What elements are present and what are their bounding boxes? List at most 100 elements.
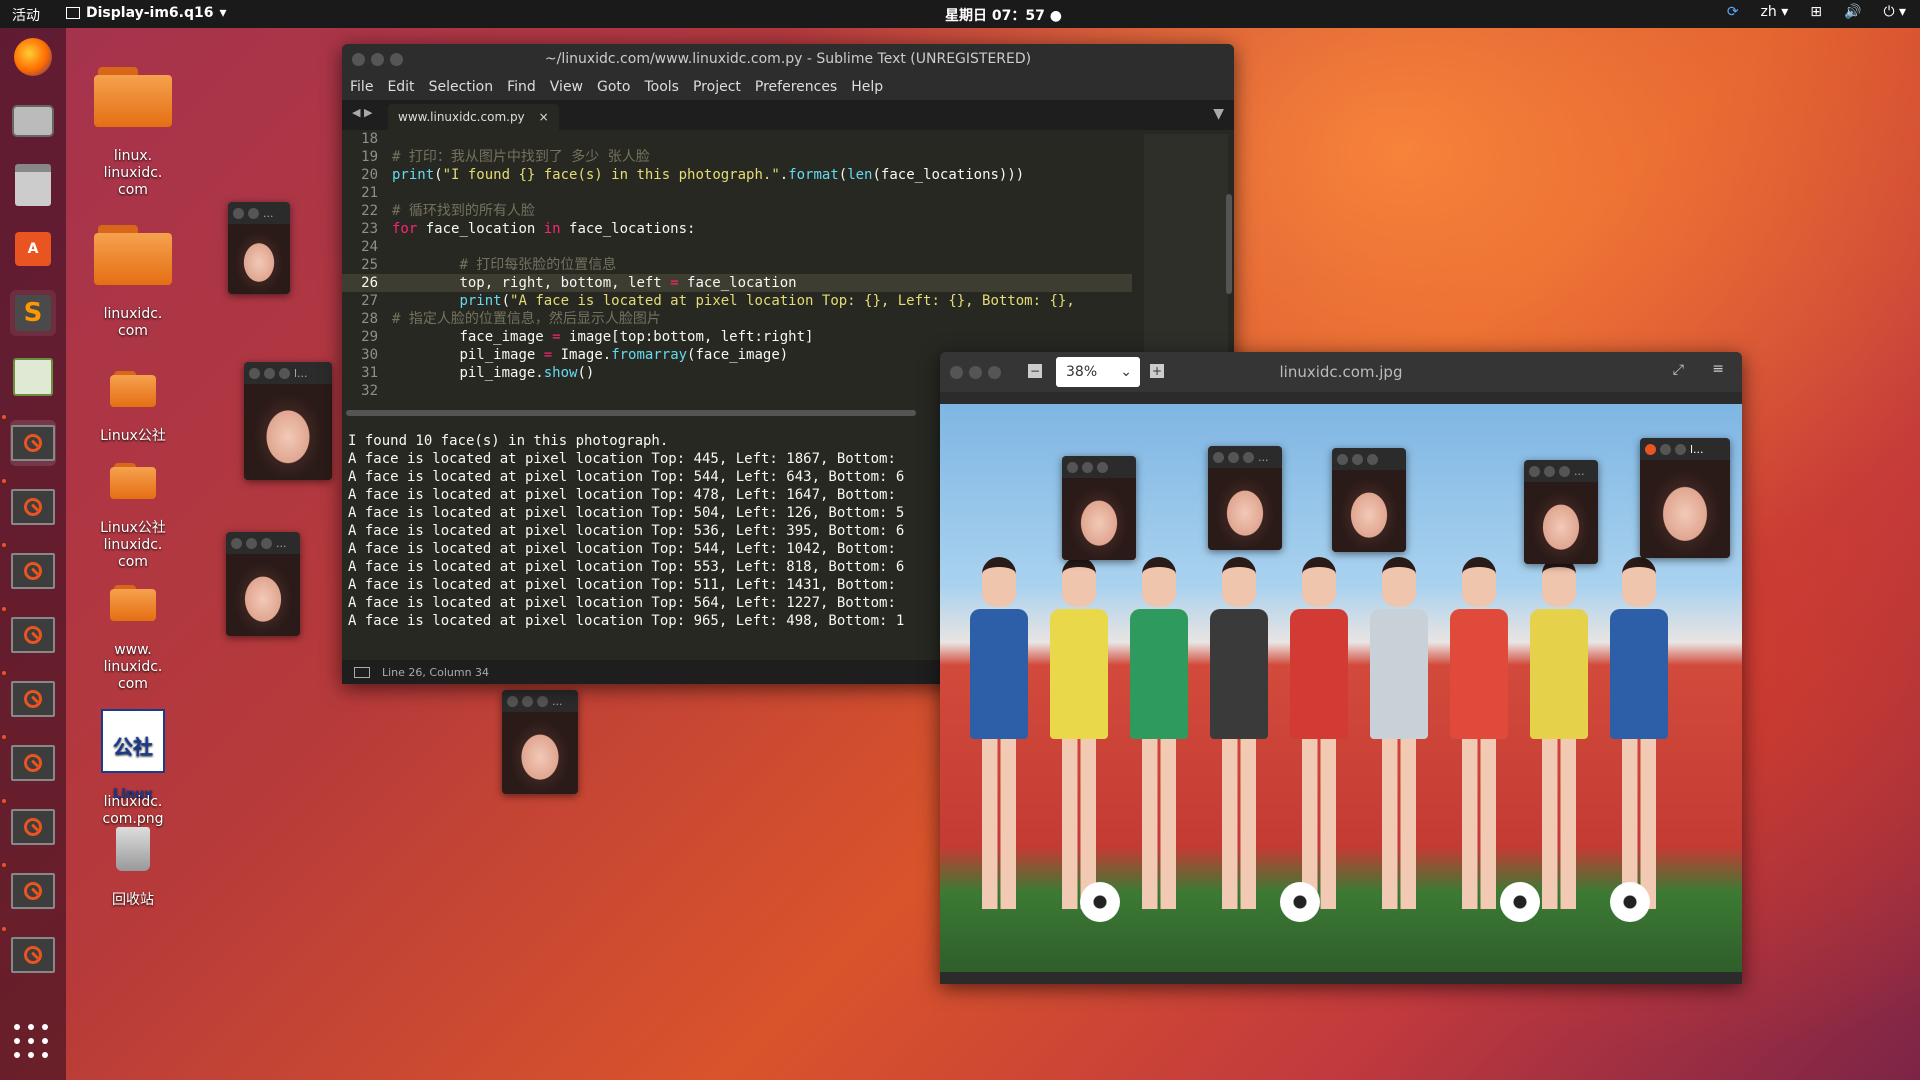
face-window-titlebar[interactable]: l... [244,362,332,384]
face-window-titlebar[interactable]: ... [228,202,290,224]
menu-preferences[interactable]: Preferences [755,79,837,95]
minimize-icon[interactable] [1082,461,1093,473]
face-window-titlebar[interactable] [1332,448,1406,470]
face-window[interactable]: l... [244,362,332,480]
face-window-titlebar[interactable]: ... [226,532,300,554]
maximize-icon[interactable] [1097,461,1108,473]
menu-file[interactable]: File [350,79,373,95]
image-viewer-launcher[interactable] [10,354,56,400]
maximize-icon[interactable] [1243,451,1254,463]
close-icon[interactable] [249,367,260,379]
network-icon[interactable]: ⊞ [1810,4,1822,20]
minimize-icon[interactable] [246,537,257,549]
display-window-7[interactable] [10,804,56,850]
minimize-icon[interactable] [1228,451,1239,463]
clock[interactable]: 星期日 07：57 ● [945,5,1062,25]
volume-icon[interactable]: 🔊 [1844,4,1861,20]
power-icon[interactable]: ⏻ ▾ [1883,4,1906,20]
app-menu[interactable]: Display-im6.q16 ▾ [66,5,227,21]
sync-icon[interactable]: ⟳ [1727,4,1739,20]
face-window-titlebar[interactable]: ... [502,690,578,712]
firefox-launcher[interactable] [10,34,56,80]
close-icon[interactable] [1645,443,1656,455]
desktop-folder-www-linuxidc-com[interactable]: www. linuxidc. com [78,566,188,693]
maximize-icon[interactable] [537,695,548,707]
face-window-titlebar[interactable]: ... [1524,460,1598,482]
tab-nav-arrows[interactable]: ◀ ▶ [352,106,372,119]
face-window-titlebar[interactable]: ... [1208,446,1282,468]
minimize-icon[interactable] [1544,465,1555,477]
input-method[interactable]: zh ▾ [1761,4,1789,20]
desktop-folder-linux-linuxidc-com[interactable]: linux. linuxidc. com [78,48,188,199]
minimize-icon[interactable] [1352,453,1363,465]
minimize-icon[interactable] [264,367,275,379]
face-window[interactable]: ... [1208,446,1282,550]
maximize-icon[interactable] [390,53,403,66]
build-output-panel[interactable]: I found 10 face(s) in this photograph. A… [342,426,942,666]
display-window-9[interactable] [10,932,56,978]
menu-goto[interactable]: Goto [597,79,630,95]
face-window[interactable]: ... [228,202,290,294]
vertical-scrollbar[interactable] [1226,194,1232,294]
desktop-trash[interactable]: 回收站 [78,810,188,909]
display-window-1[interactable] [10,420,56,466]
files-launcher[interactable] [10,162,56,208]
desktop-folder-linux-gongshe[interactable]: Linux公社 [78,352,188,445]
face-window-active[interactable]: l... [1640,438,1730,558]
image-viewer-headerbar[interactable]: − 38% ⌄ + linuxidc.com.jpg ⤢ ≡ [940,352,1742,392]
display-window-2[interactable] [10,484,56,530]
menu-project[interactable]: Project [693,79,741,95]
face-window[interactable]: ... [502,690,578,794]
hamburger-menu-icon[interactable]: ≡ [1712,361,1724,377]
display-window-4[interactable] [10,612,56,658]
minimize-icon[interactable] [522,695,533,707]
menu-selection[interactable]: Selection [429,79,494,95]
menu-find[interactable]: Find [507,79,536,95]
software-launcher[interactable]: A [10,226,56,272]
horizontal-scrollbar[interactable] [346,410,916,416]
desktop-folder-linuxidc-com[interactable]: linuxidc. com [78,206,188,340]
sublime-launcher[interactable]: S [10,290,56,336]
display-window-5[interactable] [10,676,56,722]
menu-help[interactable]: Help [851,79,883,95]
panel-toggle-icon[interactable] [354,667,370,678]
display-window-6[interactable] [10,740,56,786]
camera-launcher[interactable] [10,98,56,144]
face-window-titlebar[interactable] [1062,456,1136,478]
maximize-icon[interactable] [1675,443,1686,455]
maximize-icon[interactable] [261,537,272,549]
close-icon[interactable] [352,53,365,66]
display-window-8[interactable] [10,868,56,914]
fullscreen-icon[interactable]: ⤢ [1673,362,1684,378]
show-applications-button[interactable] [14,1024,50,1060]
close-icon[interactable] [233,207,244,219]
desktop-folder-linux-gongshe-linuxidc[interactable]: Linux公社 linuxidc. com [78,444,188,571]
close-icon[interactable] [1213,451,1224,463]
minimize-icon[interactable] [1660,443,1671,455]
face-window[interactable] [1332,448,1406,552]
face-window[interactable]: ... [226,532,300,636]
close-icon[interactable] [1529,465,1540,477]
activities-button[interactable]: 活动 [12,5,40,25]
menu-tools[interactable]: Tools [644,79,679,95]
tab-www-linuxidc-com-py[interactable]: www.linuxidc.com.py × [388,104,559,130]
sublime-titlebar[interactable]: ~/linuxidc.com/www.linuxidc.com.py - Sub… [342,44,1234,74]
close-tab-icon[interactable]: × [539,110,549,124]
face-window[interactable]: ... [1524,460,1598,564]
display-window-3[interactable] [10,548,56,594]
image-viewer-window[interactable]: − 38% ⌄ + linuxidc.com.jpg ⤢ ≡ ... ... l… [940,352,1742,984]
menu-edit[interactable]: Edit [387,79,414,95]
minimap[interactable] [1144,134,1228,354]
face-window-titlebar[interactable]: l... [1640,438,1730,460]
close-icon[interactable] [1337,453,1348,465]
close-icon[interactable] [231,537,242,549]
close-icon[interactable] [507,695,518,707]
maximize-icon[interactable] [1367,453,1378,465]
tab-dropdown-icon[interactable]: ▼ [1213,106,1224,122]
close-icon[interactable] [1067,461,1078,473]
maximize-icon[interactable] [279,367,290,379]
face-window[interactable] [1062,456,1136,560]
menu-view[interactable]: View [550,79,583,95]
minimize-icon[interactable] [371,53,384,66]
desktop-file-linuxidc-png[interactable]: 公社 Linux linuxidc. com.png [78,692,188,828]
